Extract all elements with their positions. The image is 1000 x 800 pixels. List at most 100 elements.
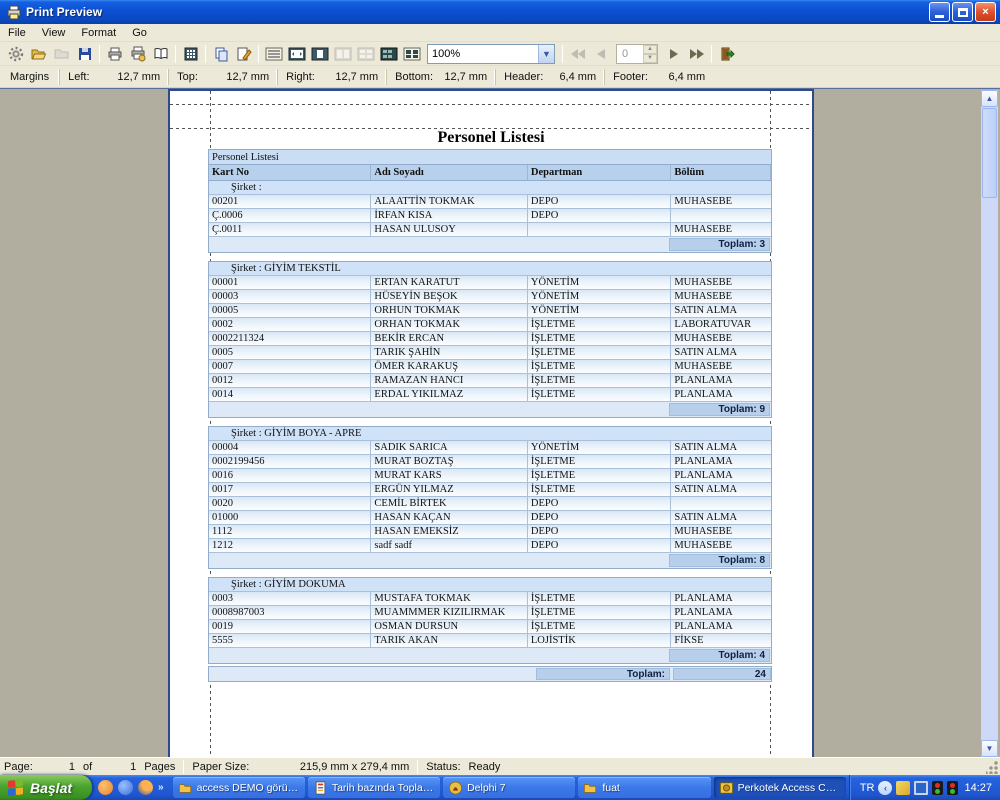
table-cell: TARIK AKAN bbox=[371, 634, 527, 647]
spinner-down-icon[interactable]: ▼ bbox=[643, 54, 657, 63]
view-page-width-icon[interactable] bbox=[285, 43, 308, 65]
margin-value: 12,7 mm bbox=[439, 71, 487, 83]
tray-app-icon[interactable] bbox=[896, 781, 910, 795]
table-cell: MUSTAFA TOKMAK bbox=[371, 592, 527, 605]
table-cell: 0017 bbox=[209, 483, 371, 496]
quick-launch-app2-icon[interactable] bbox=[118, 780, 133, 795]
print-icon[interactable] bbox=[103, 43, 126, 65]
menu-format[interactable]: Format bbox=[73, 25, 124, 41]
app-icon bbox=[6, 4, 22, 20]
language-indicator[interactable]: TR bbox=[860, 782, 875, 794]
table-cell: DEPO bbox=[528, 525, 671, 538]
pages-value: 1 bbox=[96, 761, 140, 773]
status-value: Ready bbox=[465, 761, 505, 773]
tray-clock: 14:27 bbox=[964, 782, 992, 794]
grand-total-label: Toplam: bbox=[536, 668, 670, 680]
zoom-select[interactable]: 100% ▼ bbox=[427, 44, 555, 64]
print-setup-icon[interactable] bbox=[126, 43, 149, 65]
copy-pages-icon[interactable] bbox=[209, 43, 232, 65]
table-cell: DEPO bbox=[528, 195, 671, 208]
table-cell: MUHASEBE bbox=[671, 195, 771, 208]
taskbar: Başlat » access DEMO görünt...Tarih bazı… bbox=[0, 775, 1000, 800]
column-header: Departman bbox=[528, 165, 671, 180]
table-row: 0003MUSTAFA TOKMAKİŞLETMEPLANLAMA bbox=[209, 592, 771, 606]
page-number-value: 0 bbox=[617, 48, 643, 60]
page-label: Page: bbox=[0, 761, 45, 773]
table-cell: İŞLETME bbox=[528, 606, 671, 619]
table-cell: Ç.0011 bbox=[209, 223, 371, 236]
margin-label: Left: bbox=[68, 71, 112, 83]
taskbar-button[interactable]: Delphi 7 bbox=[443, 777, 575, 798]
taskbar-button[interactable]: access DEMO görünt... bbox=[173, 777, 305, 798]
preview-area[interactable]: Personel Listesi Personel Listesi Kart N… bbox=[0, 88, 1000, 757]
pages-label: Pages bbox=[140, 761, 179, 773]
table-cell: ERDAL YIKILMAZ bbox=[371, 388, 527, 401]
quick-launch-browser-icon[interactable] bbox=[138, 780, 153, 795]
edit-page-icon[interactable] bbox=[232, 43, 255, 65]
group-header-row: Şirket : GİYİM TEKSTİL bbox=[209, 262, 771, 276]
quick-launch-more-icon[interactable]: » bbox=[158, 782, 164, 793]
table-cell: MURAT KARS bbox=[371, 469, 527, 482]
open-folder-icon[interactable] bbox=[27, 43, 50, 65]
group-header-row: Şirket : GİYİM DOKUMA bbox=[209, 578, 771, 592]
paper-size-value: 215,9 mm x 279,4 mm bbox=[253, 761, 413, 773]
menu-go[interactable]: Go bbox=[124, 25, 155, 41]
maximize-button[interactable] bbox=[952, 2, 973, 22]
book-icon[interactable] bbox=[149, 43, 172, 65]
quick-launch-app1-icon[interactable] bbox=[98, 780, 113, 795]
tray-status-icon[interactable] bbox=[932, 781, 943, 795]
table-row: 0020CEMİL BİRTEKDEPO bbox=[209, 497, 771, 511]
margin-value: 6,4 mm bbox=[548, 71, 596, 83]
start-button[interactable]: Başlat bbox=[0, 775, 92, 800]
status-bar: Page: 1 of 1 Pages Paper Size: 215,9 mm … bbox=[0, 757, 1000, 775]
table-cell: TARIK ŞAHİN bbox=[371, 346, 527, 359]
tray-chevron-icon[interactable]: ‹ bbox=[878, 781, 892, 795]
view-grid-icon[interactable] bbox=[377, 43, 400, 65]
table-cell: 00201 bbox=[209, 195, 371, 208]
nav-last-icon[interactable] bbox=[685, 43, 708, 65]
chevron-down-icon[interactable]: ▼ bbox=[538, 45, 554, 63]
margin-label: Top: bbox=[177, 71, 221, 83]
group-total-box: Toplam: 4 bbox=[669, 649, 770, 662]
table-row: 00003HÜSEYİN BEŞOKYÖNETİMMUHASEBE bbox=[209, 290, 771, 304]
group-total-row: Toplam: 9 bbox=[209, 402, 771, 417]
taskbar-button-label: fuat bbox=[602, 782, 620, 794]
taskbar-buttons: access DEMO görünt...Tarih bazında Topla… bbox=[170, 775, 849, 800]
tray-display-icon[interactable] bbox=[914, 781, 928, 795]
table-cell: 5555 bbox=[209, 634, 371, 647]
resize-grip[interactable] bbox=[986, 761, 999, 774]
minimize-button[interactable] bbox=[929, 2, 950, 22]
table-cell: 1112 bbox=[209, 525, 371, 538]
taskbar-button[interactable]: Tarih bazında Toplam... bbox=[308, 777, 440, 798]
margin-item: Left:12,7 mm bbox=[59, 69, 168, 85]
view-report-icon[interactable] bbox=[262, 43, 285, 65]
table-cell: MUAMMMER KIZILIRMAK bbox=[371, 606, 527, 619]
page-number-spinner[interactable]: 0 ▲▼ bbox=[616, 44, 658, 64]
report-group: Şirket : GİYİM TEKSTİL00001ERTAN KARATUT… bbox=[208, 261, 772, 418]
vertical-scrollbar[interactable]: ▲ ▼ bbox=[981, 90, 998, 757]
scrollbar-thumb[interactable] bbox=[982, 108, 997, 198]
margin-label: Footer: bbox=[613, 71, 657, 83]
table-cell: 0005 bbox=[209, 346, 371, 359]
nav-next-icon[interactable] bbox=[662, 43, 685, 65]
exit-icon[interactable] bbox=[715, 43, 738, 65]
taskbar-button[interactable]: fuat bbox=[578, 777, 710, 798]
table-cell: DEPO bbox=[528, 209, 671, 222]
settings-icon[interactable] bbox=[4, 43, 27, 65]
scroll-up-icon[interactable]: ▲ bbox=[981, 90, 998, 107]
of-label: of bbox=[79, 761, 96, 773]
thumbnails-icon[interactable] bbox=[179, 43, 202, 65]
view-single-page-icon[interactable] bbox=[308, 43, 331, 65]
menu-file[interactable]: File bbox=[0, 25, 34, 41]
tray-status-icon[interactable] bbox=[947, 781, 958, 795]
view-fit-icon[interactable] bbox=[400, 43, 423, 65]
close-button[interactable]: × bbox=[975, 2, 996, 22]
scroll-down-icon[interactable]: ▼ bbox=[981, 740, 998, 757]
table-row: Ç.0006İRFAN KISADEPO bbox=[209, 209, 771, 223]
taskbar-button[interactable]: Perkotek Access Control bbox=[714, 777, 846, 798]
margins-items: Left:12,7 mmTop:12,7 mmRight:12,7 mmBott… bbox=[59, 69, 713, 85]
menu-view[interactable]: View bbox=[34, 25, 74, 41]
spinner-up-icon[interactable]: ▲ bbox=[643, 45, 657, 54]
title-bar: Print Preview × bbox=[0, 0, 1000, 24]
save-icon[interactable] bbox=[73, 43, 96, 65]
